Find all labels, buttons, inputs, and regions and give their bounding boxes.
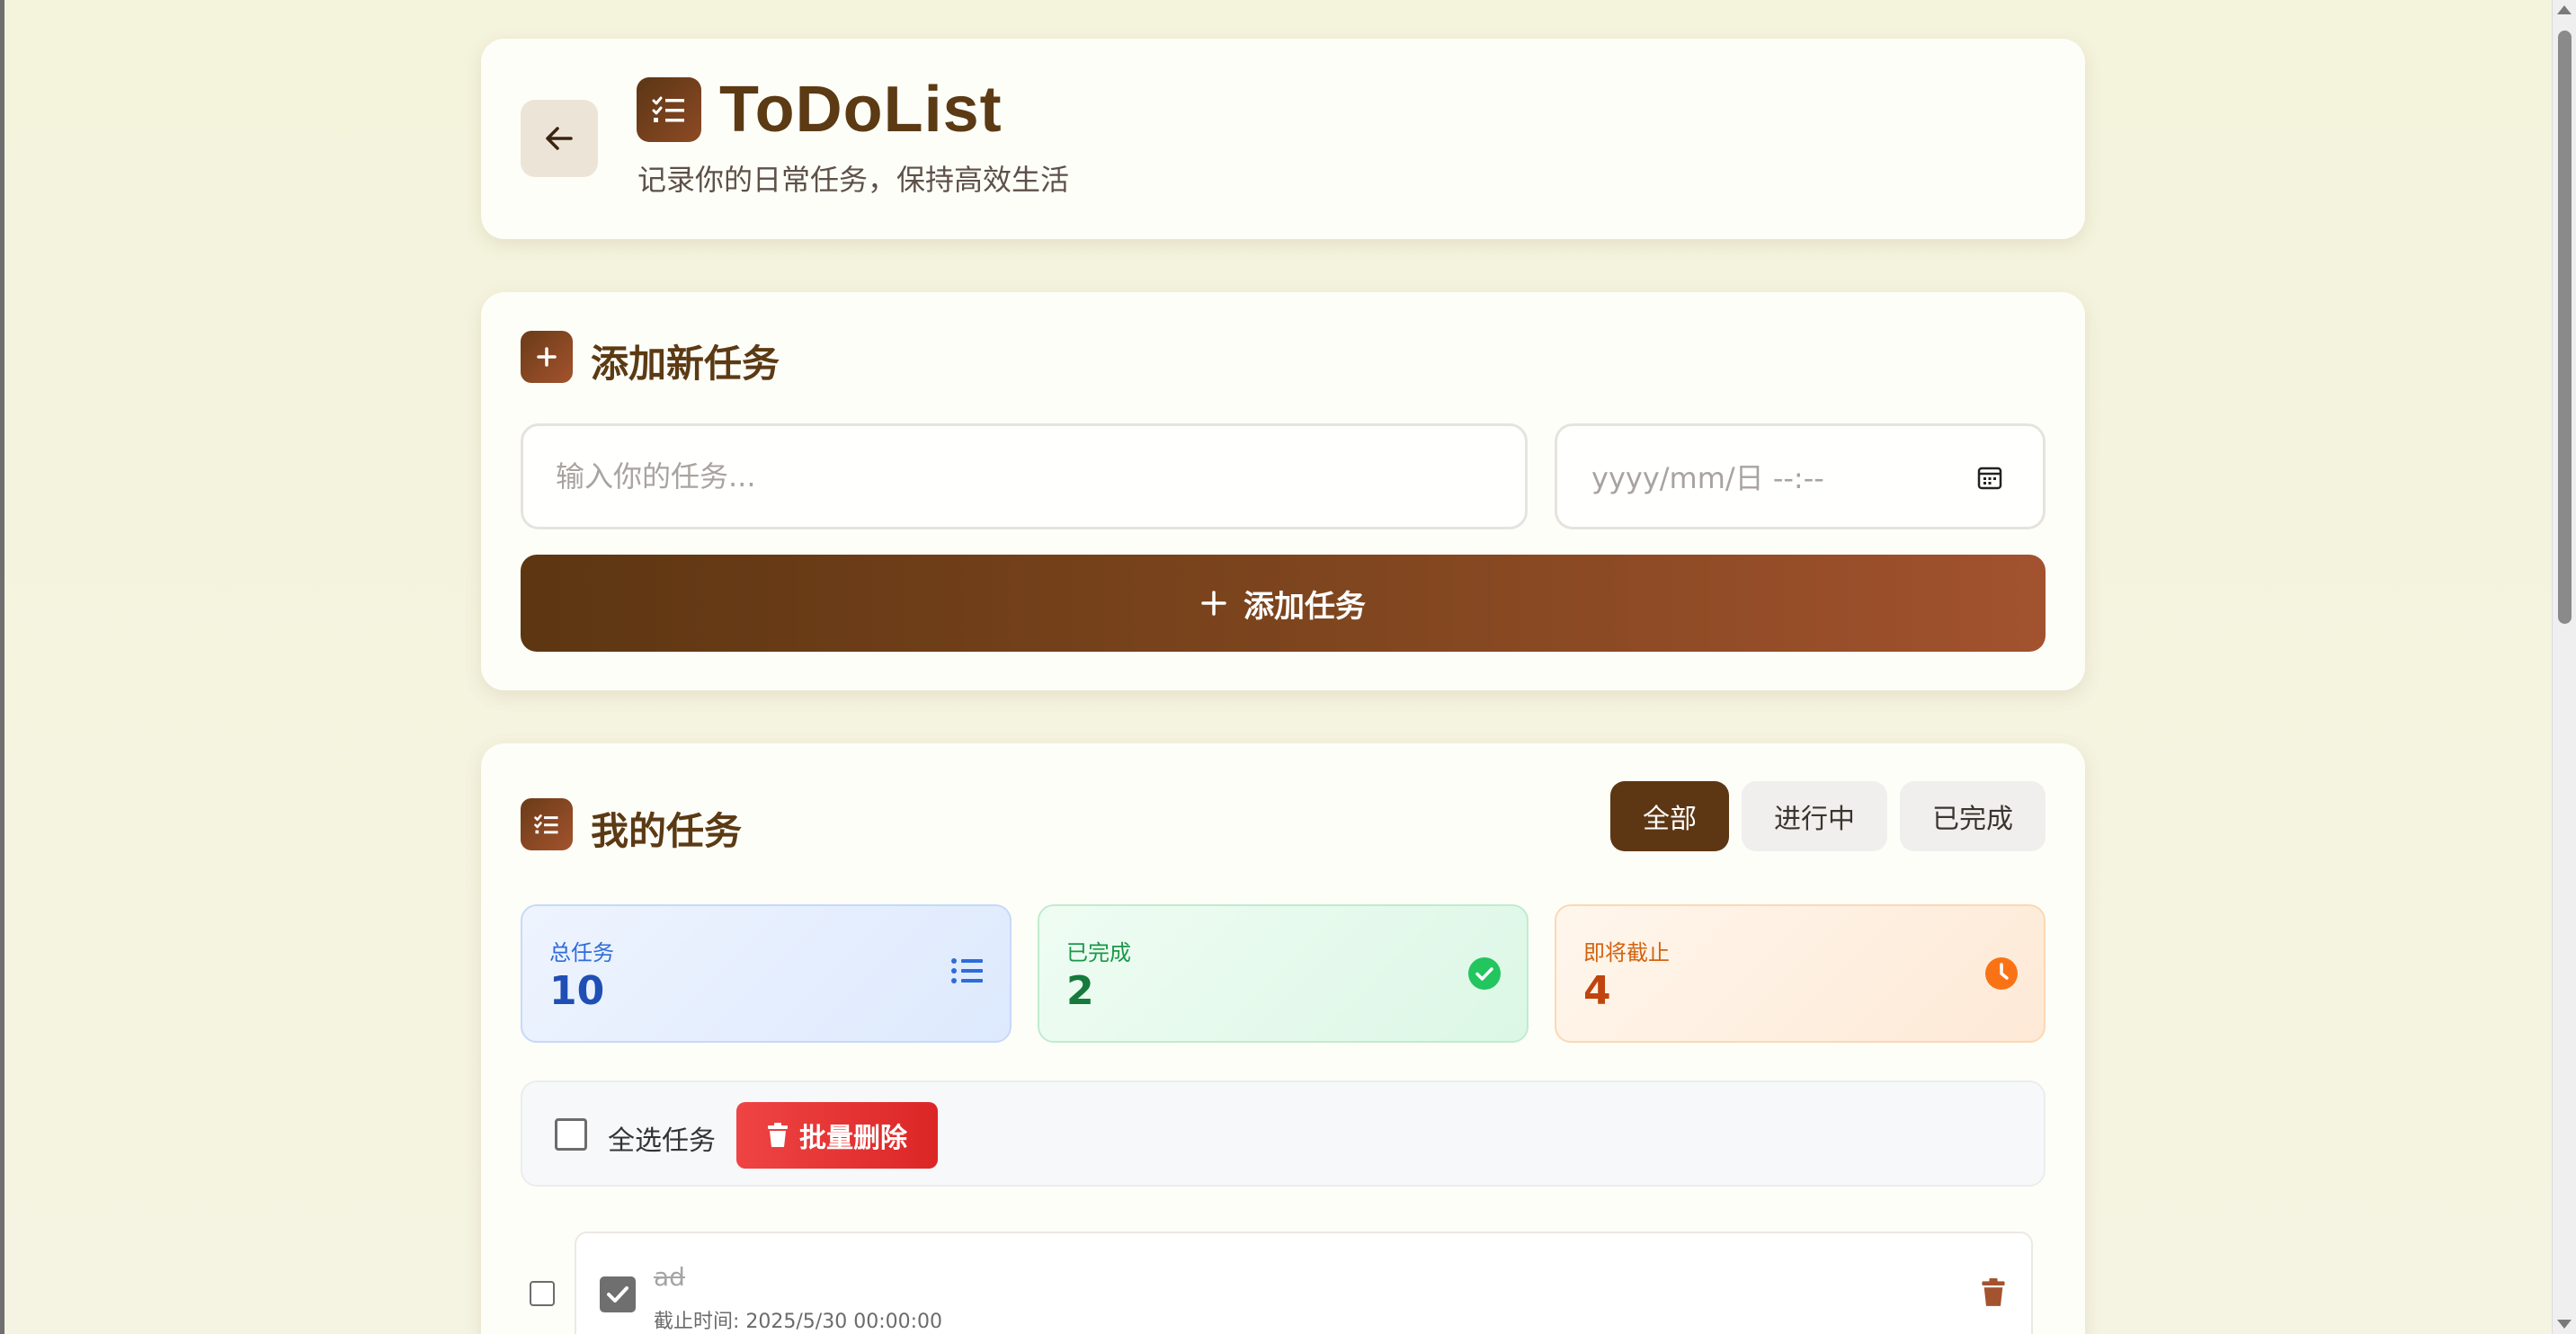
stat-completed-label: 已完成 bbox=[1066, 940, 1131, 965]
deadline-datetime-input[interactable]: yyyy/mm/日 --:-- bbox=[1555, 423, 2046, 529]
scroll-up-arrow-icon[interactable] bbox=[2557, 5, 2572, 14]
arrow-left-icon bbox=[546, 127, 573, 150]
stat-completed-tasks: 已完成 2 bbox=[1038, 904, 1529, 1043]
task-item: ad 截止时间: 2025/5/30 00:00:00 bbox=[575, 1232, 2033, 1334]
scroll-thumb[interactable] bbox=[2558, 31, 2572, 624]
vertical-scrollbar[interactable] bbox=[2552, 0, 2576, 1334]
bulk-delete-button[interactable]: 批量删除 bbox=[736, 1102, 938, 1169]
date-placeholder: yyyy/mm/日 --:-- bbox=[1591, 461, 1824, 495]
trash-icon bbox=[768, 1123, 788, 1147]
tasks-section-icon bbox=[521, 798, 573, 850]
task-input[interactable] bbox=[521, 423, 1528, 529]
stat-total-tasks: 总任务 10 bbox=[521, 904, 1012, 1043]
stat-total-label: 总任务 bbox=[549, 940, 614, 965]
add-task-button[interactable]: 添加任务 bbox=[521, 555, 2046, 652]
scroll-down-arrow-icon[interactable] bbox=[2557, 1320, 2572, 1329]
clock-icon bbox=[1985, 957, 2018, 990]
select-all-label: 全选任务 bbox=[608, 1125, 716, 1157]
select-all-checkbox[interactable] bbox=[555, 1118, 587, 1151]
add-task-button-label: 添加任务 bbox=[1243, 588, 1366, 625]
filter-tabs: 全部 进行中 已完成 bbox=[1610, 781, 2046, 851]
app-logo bbox=[637, 77, 701, 142]
filter-completed-button[interactable]: 已完成 bbox=[1900, 781, 2046, 851]
filter-in-progress-button[interactable]: 进行中 bbox=[1742, 781, 1887, 851]
plus-icon bbox=[1201, 591, 1226, 616]
bulk-delete-label: 批量删除 bbox=[799, 1123, 907, 1154]
task-select-checkbox[interactable] bbox=[530, 1281, 555, 1306]
stat-due-soon-value: 4 bbox=[1583, 968, 1611, 1014]
trash-icon[interactable] bbox=[1981, 1278, 2006, 1307]
task-text: ad bbox=[654, 1262, 685, 1292]
task-deadline: 截止时间: 2025/5/30 00:00:00 bbox=[654, 1311, 943, 1333]
tasks-card: 我的任务 全部 进行中 已完成 总任务 10 已完成 2 即将截止 4 全选任务… bbox=[481, 743, 2085, 1334]
app-title: ToDoList bbox=[719, 74, 1003, 146]
bulk-actions-bar: 全选任务 批量删除 bbox=[521, 1081, 2046, 1187]
stat-completed-value: 2 bbox=[1066, 968, 1094, 1014]
app-subtitle: 记录你的日常任务，保持高效生活 bbox=[637, 163, 1070, 197]
add-section-icon bbox=[521, 331, 573, 383]
page: ToDoList 记录你的日常任务，保持高效生活 添加新任务 yyyy/mm/日… bbox=[0, 0, 2552, 1334]
filter-all-button[interactable]: 全部 bbox=[1610, 781, 1729, 851]
stat-due-soon-tasks: 即将截止 4 bbox=[1555, 904, 2046, 1043]
plus-icon bbox=[537, 347, 557, 367]
calendar-icon[interactable] bbox=[1976, 464, 2003, 491]
tasks-section-title: 我的任务 bbox=[591, 809, 743, 853]
list-check-icon bbox=[652, 96, 684, 122]
list-check-icon bbox=[534, 814, 558, 834]
add-task-card: 添加新任务 yyyy/mm/日 --:-- 添加任务 bbox=[481, 292, 2085, 690]
check-circle-icon bbox=[1468, 957, 1501, 990]
header-card: ToDoList 记录你的日常任务，保持高效生活 bbox=[481, 39, 2085, 239]
checkmark-icon bbox=[607, 1286, 628, 1303]
task-complete-checkbox[interactable] bbox=[600, 1276, 636, 1312]
list-icon bbox=[951, 958, 983, 983]
add-section-title: 添加新任务 bbox=[591, 342, 780, 386]
stat-due-soon-label: 即将截止 bbox=[1583, 940, 1670, 965]
back-button[interactable] bbox=[521, 100, 598, 177]
stat-total-value: 10 bbox=[549, 968, 605, 1014]
